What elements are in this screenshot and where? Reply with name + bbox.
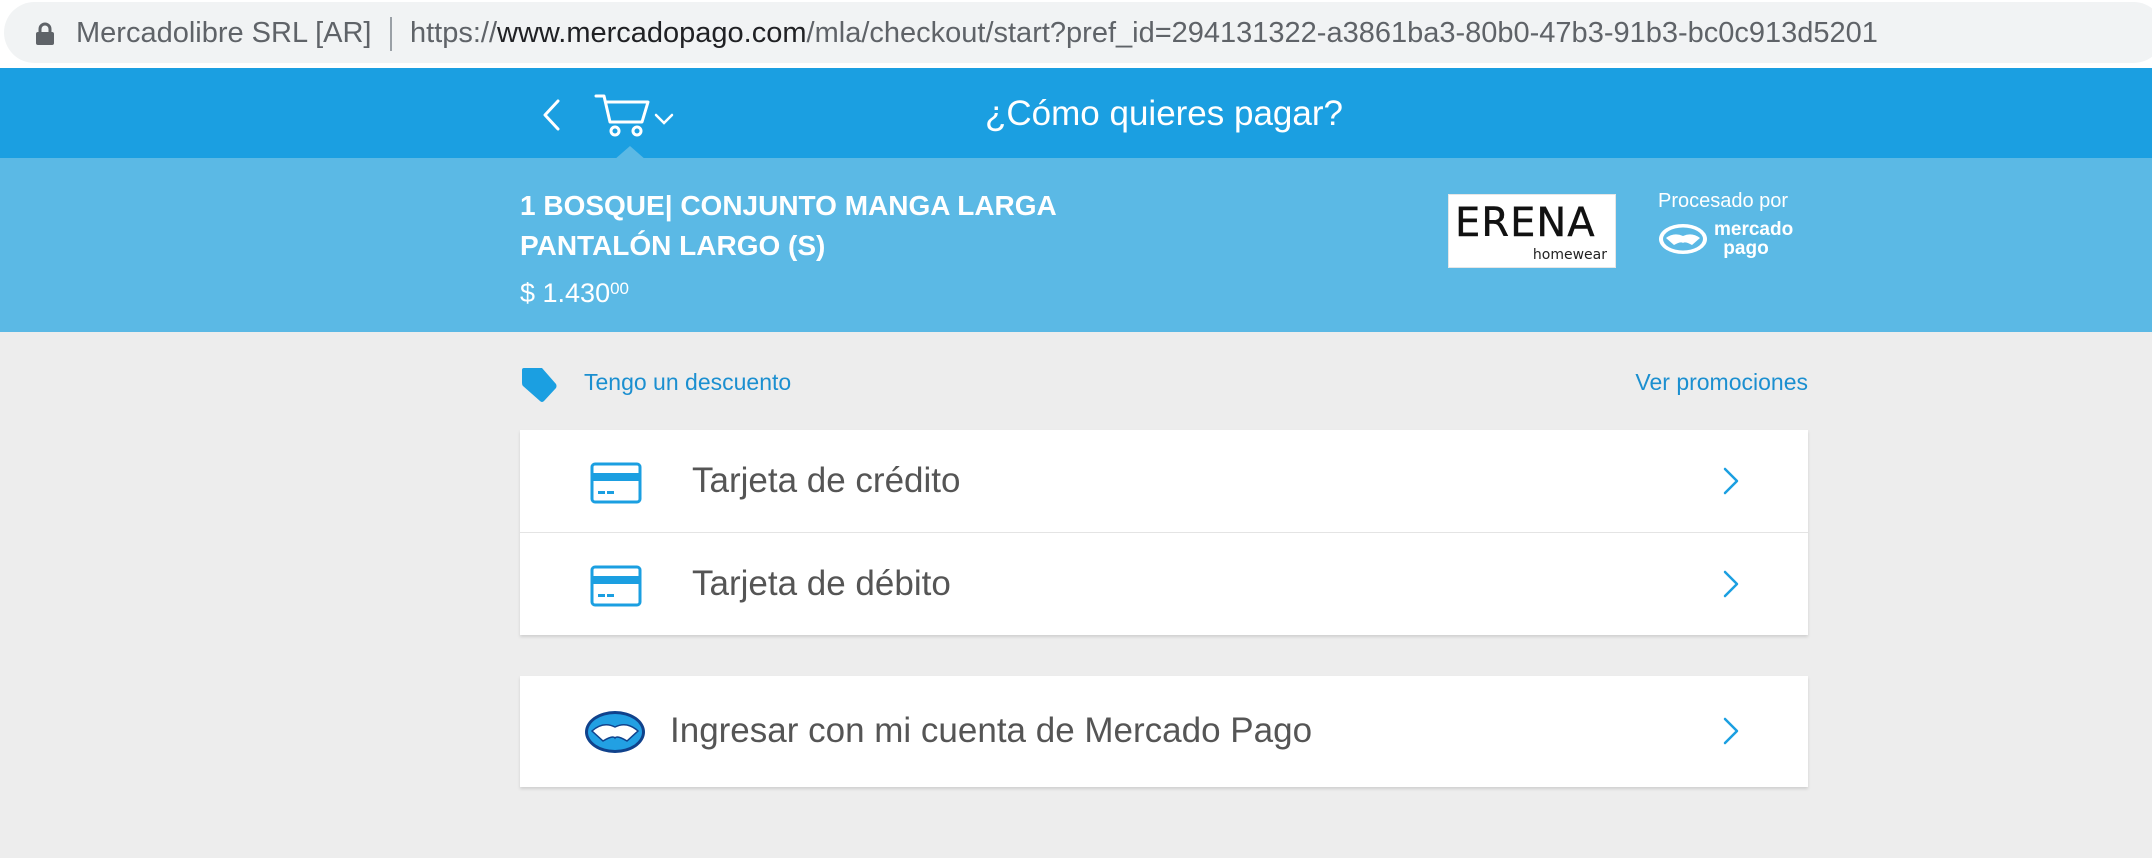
browser-address-bar: Mercadolibre SRL [AR] https://www.mercad… xyxy=(0,0,2152,68)
credit-card-icon xyxy=(590,462,642,504)
url-path: /mla/checkout/start?pref_id=294131322-a3… xyxy=(806,17,1878,49)
promotions-link[interactable]: Ver promociones xyxy=(1635,369,1808,396)
mercadopago-wordmark: mercado pago xyxy=(1714,219,1794,259)
omnibox[interactable]: Mercadolibre SRL [AR] https://www.mercad… xyxy=(4,2,2152,63)
url-text[interactable]: https://www.mercadopago.com/mla/checkout… xyxy=(410,16,1878,50)
product-name-line1: 1 BOSQUE| CONJUNTO MANGA LARGA xyxy=(520,190,1057,221)
chevron-right-icon xyxy=(1723,467,1739,495)
option-label-debit: Tarjeta de débito xyxy=(692,564,951,603)
chevron-right-icon xyxy=(1723,717,1739,745)
option-label-mercadopago-account: Ingresar con mi cuenta de Mercado Pago xyxy=(670,711,1313,750)
url-scheme: https:// xyxy=(410,17,498,49)
address-separator xyxy=(390,17,392,51)
option-label-credit: Tarjeta de crédito xyxy=(692,461,961,500)
merchant-logo-word: ERENA xyxy=(1455,200,1596,246)
page-title: ¿Cómo quieres pagar? xyxy=(985,94,1343,133)
payment-option-debit[interactable]: Tarjeta de débito xyxy=(520,533,1808,635)
discount-tag-icon[interactable] xyxy=(520,366,558,404)
account-payment-option: Ingresar con mi cuenta de Mercado Pago xyxy=(520,676,1808,787)
discount-link[interactable]: Tengo un descuento xyxy=(584,369,791,396)
processed-by-label: Procesado por xyxy=(1658,190,1789,212)
mercadopago-logo-icon xyxy=(585,711,645,753)
mercadopago-wordmark-line2: pago xyxy=(1723,238,1769,259)
purchase-summary: 1 BOSQUE| CONJUNTO MANGA LARGA PANTALÓN … xyxy=(0,158,2152,332)
product-name-line2: PANTALÓN LARGO (S) xyxy=(520,230,826,261)
debit-card-icon xyxy=(590,565,642,607)
mercadopago-handshake-icon xyxy=(1659,224,1707,254)
site-identity[interactable]: Mercadolibre SRL [AR] xyxy=(76,16,371,50)
mercadopago-wordmark-line1: mercado xyxy=(1714,219,1794,240)
product-price: $ 1.43000 xyxy=(520,276,629,310)
payment-option-credit[interactable]: Tarjeta de crédito xyxy=(520,430,1808,533)
price-cents: 00 xyxy=(610,279,630,298)
payment-option-mercadopago-account[interactable]: Ingresar con mi cuenta de Mercado Pago xyxy=(520,676,1808,787)
card-payment-options: Tarjeta de crédito Tarjeta de débito xyxy=(520,430,1808,635)
merchant-logo: ERENA homewear xyxy=(1448,194,1616,268)
price-amount: $ 1.430 xyxy=(520,278,611,308)
merchant-logo-sub: homewear xyxy=(1532,247,1607,263)
checkout-header: ¿Cómo quieres pagar? xyxy=(0,68,2152,160)
url-host: www.mercadopago.com xyxy=(497,17,807,49)
chevron-right-icon xyxy=(1723,570,1739,598)
lock-icon[interactable] xyxy=(34,22,56,46)
product-name: 1 BOSQUE| CONJUNTO MANGA LARGA PANTALÓN … xyxy=(520,186,1120,266)
